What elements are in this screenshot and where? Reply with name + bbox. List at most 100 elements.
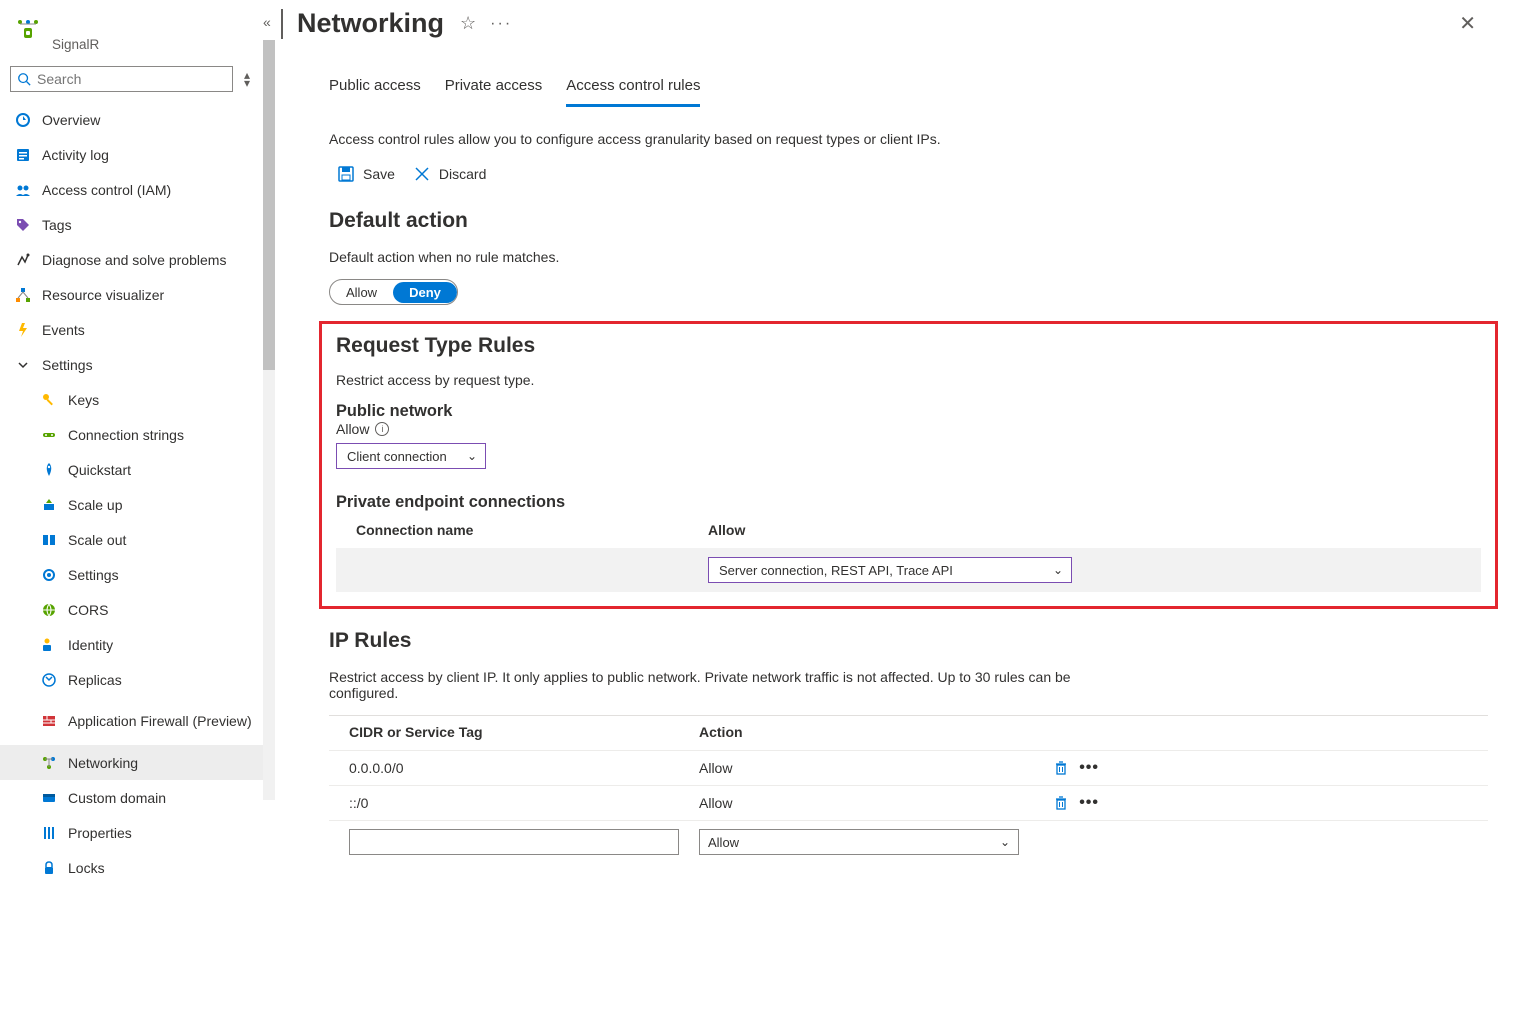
sidebar-item-iam[interactable]: Access control (IAM) <box>0 172 263 207</box>
default-action-toggle[interactable]: Allow Deny <box>329 279 458 305</box>
sidebar-item-replicas[interactable]: Replicas <box>0 662 263 697</box>
sidebar-item-cors[interactable]: CORS <box>0 592 263 627</box>
firewall-icon <box>40 712 58 730</box>
sidebar-item-settings[interactable]: Settings <box>0 557 263 592</box>
public-network-heading: Public network <box>336 402 1481 421</box>
gear-icon <box>40 566 58 584</box>
sidebar-item-label: Tags <box>42 217 72 233</box>
delete-icon[interactable] <box>1053 795 1069 811</box>
toggle-deny[interactable]: Deny <box>393 282 457 303</box>
keys-icon <box>40 391 58 409</box>
default-action-heading: Default action <box>329 209 1488 233</box>
sidebar-item-label: Keys <box>68 392 99 408</box>
properties-icon <box>40 824 58 842</box>
tab-access-control-rules[interactable]: Access control rules <box>566 77 700 107</box>
sidebar-item-scale-up[interactable]: Scale up <box>0 487 263 522</box>
sidebar-item-custom-domain[interactable]: Custom domain <box>0 780 263 815</box>
discard-button-label: Discard <box>439 166 486 182</box>
sidebar-item-events[interactable]: Events <box>0 312 263 347</box>
row-more-icon[interactable]: ••• <box>1079 794 1099 812</box>
events-icon <box>14 321 32 339</box>
sidebar-item-label: Custom domain <box>68 790 166 806</box>
row-more-icon[interactable]: ••• <box>1079 759 1099 777</box>
chevron-down-icon <box>14 356 32 374</box>
sidebar-item-activity-log[interactable]: Activity log <box>0 137 263 172</box>
close-icon[interactable]: ✕ <box>1459 11 1476 36</box>
diagnose-icon <box>14 251 32 269</box>
scrollbar-track[interactable] <box>263 40 275 800</box>
reorder-icon[interactable]: ▴▾ <box>241 71 253 87</box>
search-box[interactable] <box>10 66 233 92</box>
sidebar-item-scale-out[interactable]: Scale out <box>0 522 263 557</box>
sidebar-item-networking[interactable]: Networking <box>0 745 263 780</box>
sidebar-item-identity[interactable]: Identity <box>0 627 263 662</box>
connection-strings-icon <box>40 426 58 444</box>
sidebar-item-label: Scale out <box>68 532 126 548</box>
action-select[interactable]: Allow ⌄ <box>699 829 1019 855</box>
sidebar-item-label: Activity log <box>42 147 109 163</box>
sidebar-item-quickstart[interactable]: Quickstart <box>0 452 263 487</box>
lock-icon <box>40 859 58 877</box>
tab-description: Access control rules allow you to config… <box>281 107 1081 147</box>
public-allow-dropdown[interactable]: Client connection ⌄ <box>336 443 486 469</box>
ip-action-cell: Allow <box>699 795 1039 811</box>
scale-up-icon <box>40 496 58 514</box>
tab-public-access[interactable]: Public access <box>329 77 421 107</box>
save-button[interactable]: Save <box>337 165 395 183</box>
sidebar-item-label: Identity <box>68 637 113 653</box>
private-endpoint-heading: Private endpoint connections <box>336 493 1481 512</box>
cors-icon <box>40 601 58 619</box>
sidebar-item-keys[interactable]: Keys <box>0 382 263 417</box>
ip-rules-text: Restrict access by client IP. It only ap… <box>329 669 1089 701</box>
search-icon <box>17 72 31 86</box>
sidebar-item-label: Scale up <box>68 497 122 513</box>
sidebar-item-properties[interactable]: Properties <box>0 815 263 850</box>
sidebar-item-locks[interactable]: Locks <box>0 850 263 885</box>
custom-domain-icon <box>40 789 58 807</box>
sidebar-item-resource-visualizer[interactable]: Resource visualizer <box>0 277 263 312</box>
more-icon[interactable]: ··· <box>490 15 512 33</box>
tab-private-access[interactable]: Private access <box>445 77 543 107</box>
sidebar-item-label: Settings <box>68 567 119 583</box>
col-cidr: CIDR or Service Tag <box>349 724 699 740</box>
signalr-icon <box>14 14 42 42</box>
col-connection-name: Connection name <box>338 522 708 538</box>
sidebar-item-label: Networking <box>68 755 138 771</box>
sidebar-item-label: Quickstart <box>68 462 131 478</box>
ip-cidr-cell: 0.0.0.0/0 <box>349 760 699 776</box>
ip-row: ::/0 Allow ••• <box>329 785 1488 820</box>
favorite-icon[interactable]: ☆ <box>460 13 476 34</box>
default-action-section: Default action Default action when no ru… <box>281 183 1536 305</box>
tags-icon <box>14 216 32 234</box>
discard-button[interactable]: Discard <box>413 165 486 183</box>
toggle-allow[interactable]: Allow <box>330 282 393 303</box>
delete-icon[interactable] <box>1053 760 1069 776</box>
private-allow-dropdown[interactable]: Server connection, REST API, Trace API ⌄ <box>708 557 1072 583</box>
collapse-sidebar-icon[interactable]: « <box>263 14 283 30</box>
cidr-input[interactable] <box>349 829 679 855</box>
sidebar-item-application-firewall[interactable]: Application Firewall (Preview) <box>0 697 263 745</box>
request-type-rules-text: Restrict access by request type. <box>336 372 1481 388</box>
activity-log-icon <box>14 146 32 164</box>
overview-icon <box>14 111 32 129</box>
main-content: Networking ☆ ··· ✕ Public access Private… <box>281 0 1536 1021</box>
sidebar-item-diagnose[interactable]: Diagnose and solve problems <box>0 242 263 277</box>
search-input[interactable] <box>37 71 226 87</box>
tabs: Public access Private access Access cont… <box>281 45 1536 107</box>
sidebar-item-tags[interactable]: Tags <box>0 207 263 242</box>
info-icon[interactable]: i <box>375 422 389 436</box>
ip-action-cell: Allow <box>699 760 1039 776</box>
title-row: Networking ☆ ··· ✕ <box>281 0 1536 45</box>
save-button-label: Save <box>363 166 395 182</box>
chevron-down-icon: ⌄ <box>467 449 477 463</box>
chevron-down-icon: ⌄ <box>1000 835 1010 849</box>
sidebar-item-overview[interactable]: Overview <box>0 102 263 137</box>
scrollbar-thumb[interactable] <box>263 40 275 370</box>
sidebar-item-label: Connection strings <box>68 427 184 443</box>
sidebar-item-connection-strings[interactable]: Connection strings <box>0 417 263 452</box>
ip-row-new: Allow ⌄ <box>329 820 1488 863</box>
sidebar-group-settings[interactable]: Settings <box>0 347 263 382</box>
scale-out-icon <box>40 531 58 549</box>
sidebar-item-label: Resource visualizer <box>42 287 164 303</box>
col-allow: Allow <box>708 522 1479 538</box>
